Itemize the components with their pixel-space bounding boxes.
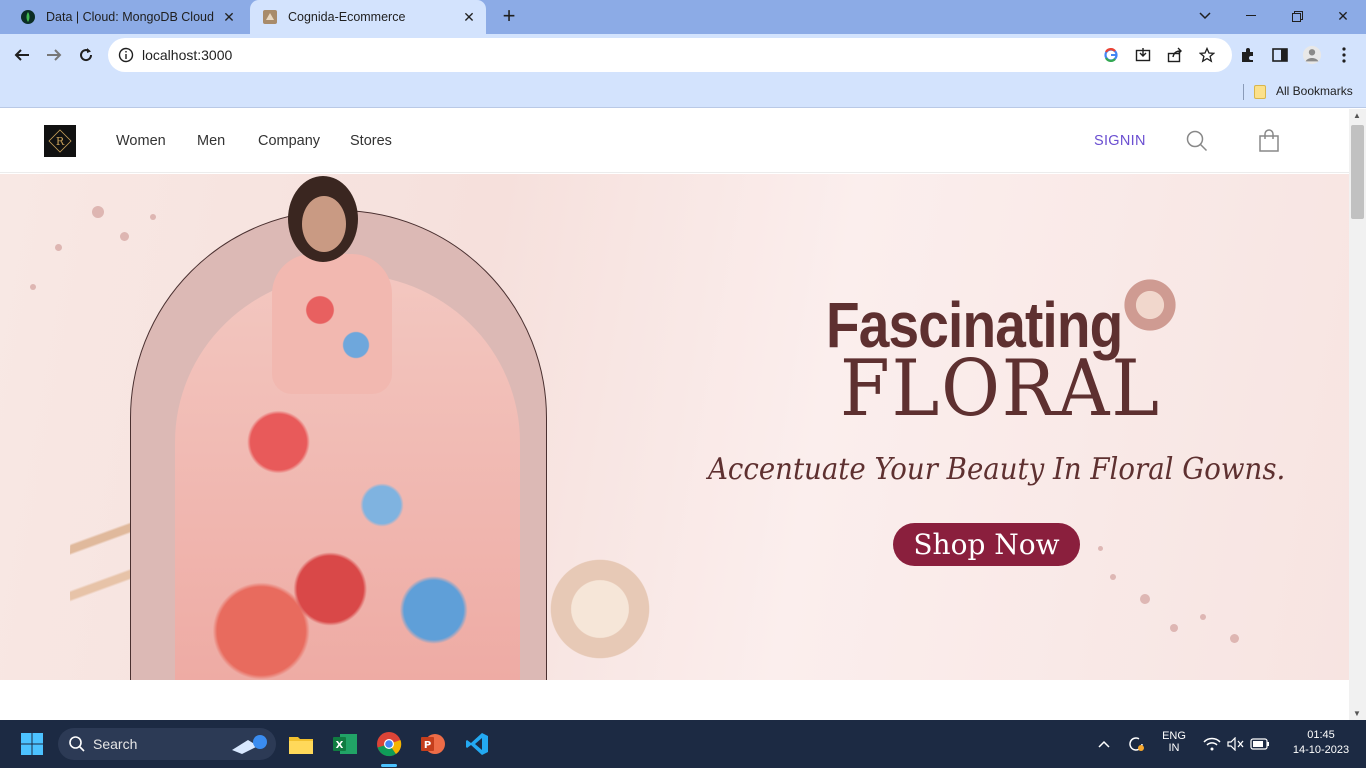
side-panel-icon[interactable] (1270, 45, 1290, 65)
lang-code: ENG (1162, 730, 1186, 742)
excel-icon[interactable]: X (329, 728, 361, 760)
site-header: R Women Men Company Stores SIGNIN (0, 109, 1349, 173)
folder-icon (1254, 85, 1266, 99)
address-url: localhost:3000 (142, 47, 233, 63)
model-face (302, 196, 346, 252)
nav-women[interactable]: Women (116, 133, 166, 149)
nav-company[interactable]: Company (258, 133, 320, 149)
nav-stores[interactable]: Stores (350, 133, 392, 149)
search-icon (68, 735, 86, 758)
restore-button[interactable] (1274, 0, 1320, 32)
tab-strip: Data | Cloud: MongoDB Cloud ✕ Cognida-Ec… (0, 0, 1366, 34)
site-favicon-icon (262, 9, 278, 25)
profile-avatar[interactable] (1302, 45, 1322, 65)
battery-icon[interactable] (1244, 728, 1276, 760)
site-info-icon[interactable] (118, 47, 134, 68)
shop-now-button[interactable]: Shop Now (893, 523, 1080, 566)
bookmarks-divider (1243, 84, 1244, 100)
minimize-button[interactable] (1228, 0, 1274, 32)
reload-icon[interactable] (72, 41, 100, 69)
flower-decoration (540, 554, 660, 664)
page-viewport: R Women Men Company Stores SIGNIN Fascin… (0, 109, 1349, 720)
tab-search-chevron-icon[interactable] (1182, 0, 1228, 32)
tab-cognida[interactable]: Cognida-Ecommerce ✕ (250, 0, 486, 34)
chrome-menu-icon[interactable] (1334, 45, 1354, 65)
google-icon[interactable] (1102, 46, 1120, 64)
mongodb-leaf-icon (20, 9, 36, 25)
file-explorer-icon[interactable] (285, 728, 317, 760)
chrome-icon[interactable] (373, 728, 405, 760)
chevron-up-icon[interactable] (1088, 728, 1120, 760)
search-icon[interactable] (1185, 129, 1209, 153)
hero-title-line2: FLORAL (840, 344, 1161, 434)
all-bookmarks-link[interactable]: All Bookmarks (1276, 84, 1353, 98)
hero-subtitle: Accentuate Your Beauty In Floral Gowns. (708, 452, 1286, 487)
close-tab-icon[interactable]: ✕ (458, 6, 480, 28)
sync-icon[interactable] (1120, 728, 1152, 760)
lang-region: IN (1168, 742, 1180, 754)
back-arrow-icon[interactable] (8, 41, 36, 69)
windows-start-icon[interactable] (16, 728, 48, 760)
tab-mongodb[interactable]: Data | Cloud: MongoDB Cloud ✕ (8, 0, 246, 34)
gown-bodice (272, 254, 392, 394)
svg-text:P: P (424, 740, 431, 751)
signin-link[interactable]: SIGNIN (1094, 133, 1146, 149)
taskbar-search[interactable]: Search (58, 728, 276, 760)
close-window-button[interactable]: ✕ (1320, 0, 1366, 32)
extensions-puzzle-icon[interactable] (1238, 45, 1258, 65)
taskbar-search-label: Search (93, 736, 138, 752)
install-app-icon[interactable] (1134, 46, 1152, 64)
scroll-down-icon[interactable]: ▼ (1353, 709, 1361, 718)
clock[interactable]: 01:45 14-10-2023 (1280, 729, 1362, 756)
nav-men[interactable]: Men (197, 133, 225, 149)
share-icon[interactable] (1166, 46, 1184, 64)
scroll-up-icon[interactable]: ▲ (1353, 111, 1361, 120)
powerpoint-icon[interactable]: P (417, 728, 449, 760)
bookmark-star-icon[interactable] (1198, 46, 1216, 64)
shopping-bag-icon[interactable] (1257, 129, 1281, 153)
language-indicator[interactable]: ENG IN (1160, 730, 1188, 754)
bookmarks-bar: All Bookmarks (0, 76, 1366, 108)
site-logo[interactable]: R (44, 125, 76, 157)
page-scrollbar[interactable]: ▲ ▼ (1349, 109, 1366, 720)
hero-banner: Fascinating FLORAL Accentuate Your Beaut… (0, 174, 1349, 680)
search-highlight-icon (228, 732, 270, 761)
forward-arrow-icon[interactable] (40, 41, 68, 69)
browser-toolbar: localhost:3000 (0, 34, 1366, 76)
flower-decoration (1120, 270, 1180, 340)
clock-date: 14-10-2023 (1292, 744, 1350, 756)
new-tab-button[interactable]: + (497, 5, 521, 29)
tab-title: Cognida-Ecommerce (288, 10, 406, 24)
windows-taskbar: Search X P ENG IN 01:45 14-10-2023 (0, 720, 1366, 768)
vscode-icon[interactable] (461, 728, 493, 760)
svg-text:X: X (336, 740, 344, 751)
close-tab-icon[interactable]: ✕ (218, 6, 240, 28)
scrollbar-thumb[interactable] (1351, 125, 1364, 219)
active-app-indicator (381, 764, 397, 767)
address-bar[interactable]: localhost:3000 (108, 38, 1232, 72)
logo-letter: R (56, 135, 65, 148)
clock-time: 01:45 (1307, 729, 1335, 741)
tab-title: Data | Cloud: MongoDB Cloud (46, 10, 214, 24)
